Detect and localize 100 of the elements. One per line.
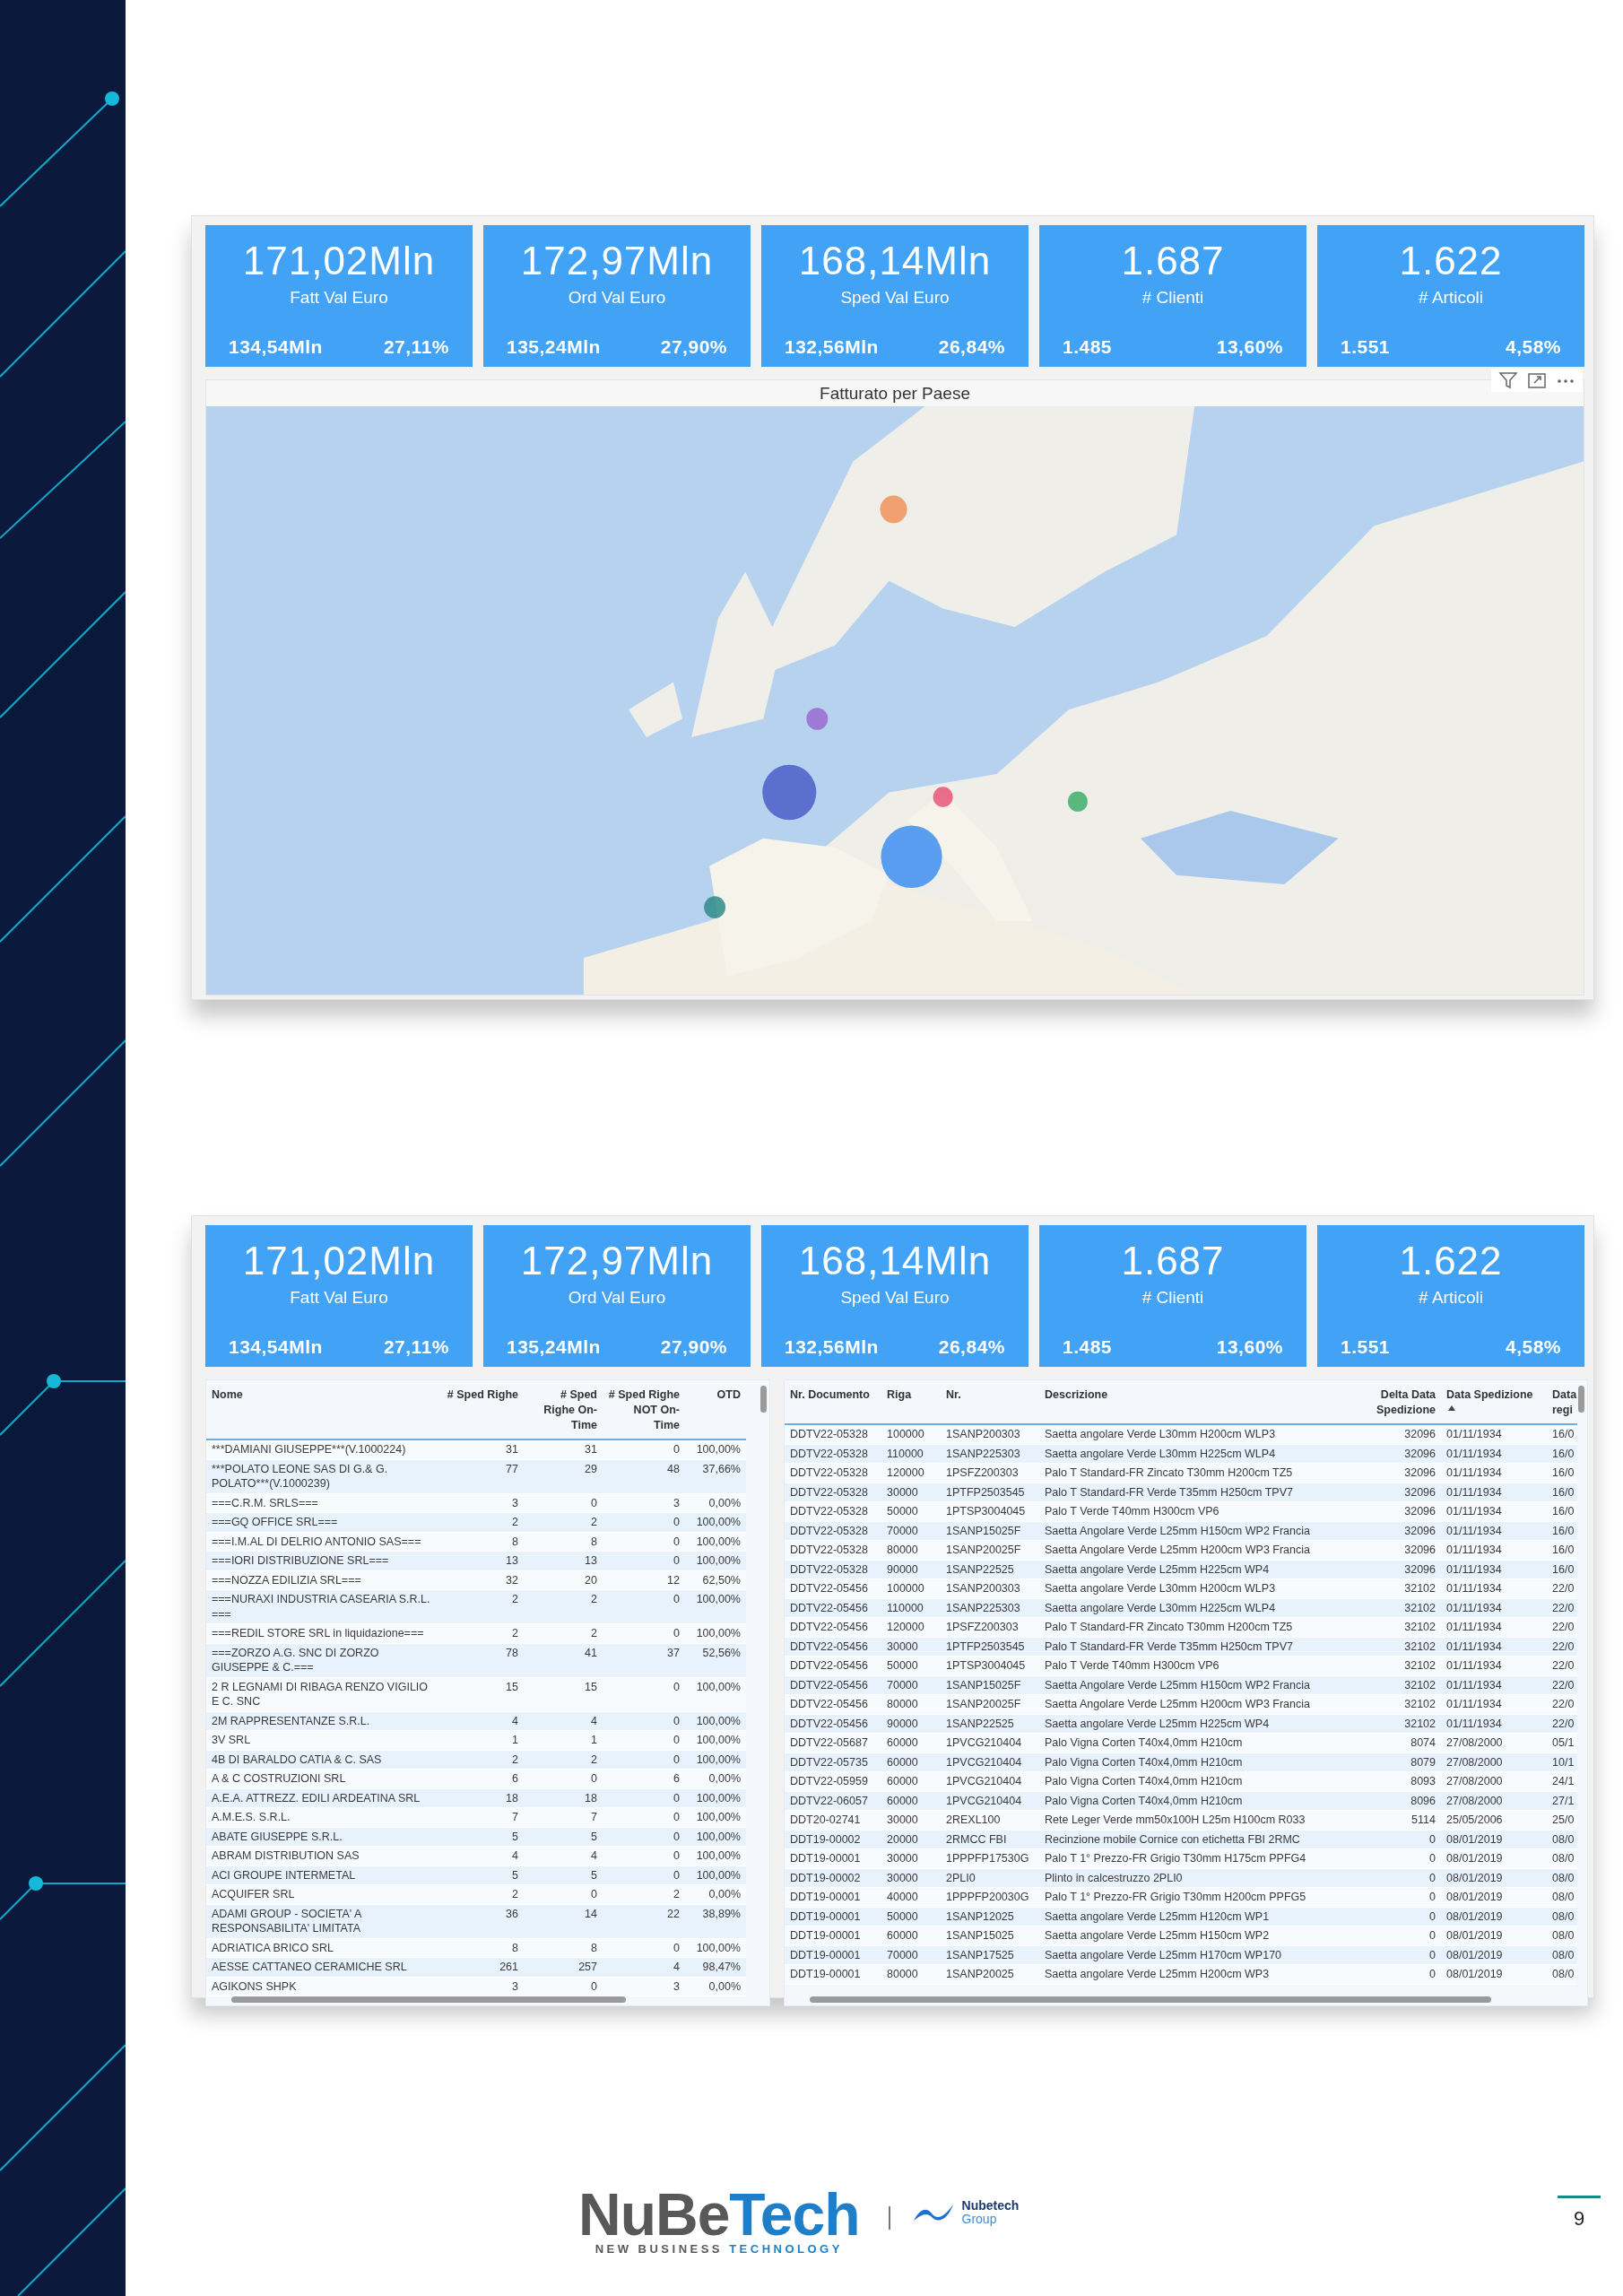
- table-cell: 90000: [881, 1560, 941, 1579]
- scrollbar[interactable]: [760, 1386, 767, 1413]
- kpi-previous: 134,54Mln: [229, 1336, 323, 1358]
- table-cell: A.M.E.S. S.R.L.: [206, 1807, 441, 1827]
- kpi-change: 27,11%: [383, 336, 449, 358]
- group-name: Nubetech: [961, 2199, 1020, 2213]
- table-cell: 1PSFZ200303: [941, 1617, 1039, 1637]
- table-cell: DDTV22-05456: [785, 1598, 881, 1618]
- table-cell: 80000: [881, 1540, 941, 1560]
- table-cell: 22/0: [1547, 1617, 1577, 1637]
- table-cell: 20: [524, 1570, 603, 1590]
- table-cell: 1SANP12025: [941, 1907, 1039, 1926]
- kpi-value: 1.622: [1399, 1238, 1503, 1284]
- table-cell: ===IORI DISTRIBUZIONE SRL===: [206, 1551, 441, 1570]
- table-cell: ADAMI GROUP - SOCIETA' A RESPONSABILITA' LIMITATA: [206, 1904, 441, 1938]
- table-cell: 1PVCG210404: [941, 1791, 1039, 1811]
- kpi-label: # Clienti: [1141, 1287, 1204, 1309]
- table-cell: 0: [1335, 1945, 1441, 1965]
- table-cell: 60000: [881, 1752, 941, 1772]
- table-cell: Palo T Verde T40mm H300cm VP6: [1039, 1501, 1335, 1521]
- kpi-value: 1.687: [1121, 1238, 1225, 1284]
- table-cell: 32102: [1335, 1598, 1441, 1618]
- table-cell: 77: [441, 1459, 524, 1493]
- table-cell: 100,00%: [685, 1439, 746, 1459]
- table-cell: 08/0: [1547, 1830, 1577, 1849]
- table-cell: 100,00%: [685, 1512, 746, 1532]
- table-cell: 1SANP200303: [941, 1578, 1039, 1598]
- table-cell: 100,00%: [685, 1846, 746, 1866]
- table-cell: 80000: [881, 1694, 941, 1714]
- table-cell: 1SANP15025F: [941, 1675, 1039, 1695]
- table-cell: Palo Vigna Corten T40x4,0mm H210cm: [1039, 1752, 1335, 1772]
- table-cell: 18: [524, 1788, 603, 1808]
- table-cell: 0: [603, 1938, 685, 1958]
- table-cell: 01/11/1934: [1441, 1714, 1547, 1734]
- table-cell: 2: [441, 1512, 524, 1532]
- table-cell: DDTV22-05456: [785, 1637, 881, 1657]
- table-cell: 100,00%: [685, 1711, 746, 1731]
- table-cell: 8: [441, 1532, 524, 1552]
- table-cell: 4: [524, 1846, 603, 1866]
- table-cell: 100,00%: [685, 1551, 746, 1570]
- table-cell: 1SANP225303: [941, 1598, 1039, 1618]
- kpi-previous: 134,54Mln: [229, 336, 323, 358]
- table-cell: Saetta angolare Verde L30mm H200cm WLP3: [1039, 1578, 1335, 1598]
- table-cell: 32102: [1335, 1656, 1441, 1675]
- table-cell: ABRAM DISTRIBUTION SAS: [206, 1846, 441, 1866]
- table-cell: 15: [441, 1677, 524, 1711]
- table-cell: Saetta angolare Verde L25mm H170cm WP170: [1039, 1945, 1335, 1965]
- table-cell: 01/11/1934: [1441, 1675, 1547, 1695]
- table-cell: 1PTFP2503545: [941, 1483, 1039, 1502]
- kpi-label: Ord Val Euro: [568, 287, 666, 309]
- scrollbar[interactable]: [810, 1996, 1491, 2003]
- table-cell: 32102: [1335, 1675, 1441, 1695]
- table-cell: AESSE CATTANEO CERAMICHE SRL: [206, 1957, 441, 1977]
- table-cell: 08/0: [1547, 1848, 1577, 1868]
- table-cell: 0: [603, 1589, 685, 1624]
- table-cell: 8: [524, 1938, 603, 1958]
- table-cell: DDT19-00001: [785, 1907, 881, 1926]
- filter-icon[interactable]: [1498, 370, 1518, 390]
- table-cell: 60000: [881, 1733, 941, 1752]
- table-cell: 100,00%: [685, 1532, 746, 1552]
- table-cell: DDTV22-05456: [785, 1617, 881, 1637]
- table-cell: A.E.A. ATTREZZ. EDILI ARDEATINA SRL: [206, 1788, 441, 1808]
- table-cell: 8: [524, 1532, 603, 1552]
- kpi-value: 168,14Mln: [798, 1238, 992, 1284]
- table-cell: 32102: [1335, 1694, 1441, 1714]
- table-cell: ===ZORZO A.G. SNC DI ZORZO GIUSEPPE & C.===: [206, 1643, 441, 1677]
- table-cell: 22/0: [1547, 1578, 1577, 1598]
- table-cell: 30000: [881, 1868, 941, 1888]
- table-cell: 32096: [1335, 1521, 1441, 1541]
- table-cell: 78: [441, 1643, 524, 1677]
- table-cell: Palo T Standard-FR Zincato T30mm H200cm TZ5: [1039, 1463, 1335, 1483]
- table-cell: 8074: [1335, 1733, 1441, 1752]
- table-cell: 08/01/2019: [1441, 1964, 1547, 1984]
- table-cell: 01/11/1934: [1441, 1483, 1547, 1502]
- expand-icon[interactable]: [1527, 370, 1547, 390]
- table-cell: 08/01/2019: [1441, 1907, 1547, 1926]
- table-cell: 32096: [1335, 1463, 1441, 1483]
- table-cell: 32096: [1335, 1560, 1441, 1579]
- table-cell: 2: [441, 1589, 524, 1624]
- table-cell: 01/11/1934: [1441, 1444, 1547, 1464]
- table-cell: 4B DI BARALDO CATIA & C. SAS: [206, 1750, 441, 1770]
- table-cell: 5: [441, 1827, 524, 1847]
- table-cell: 3: [441, 1493, 524, 1513]
- table-cell: 0: [603, 1730, 685, 1750]
- table-cell: ACQUIFER SRL: [206, 1884, 441, 1904]
- table-cell: DDTV22-05456: [785, 1656, 881, 1675]
- scrollbar[interactable]: [1578, 1386, 1584, 1413]
- kpi-previous: 135,24Mln: [507, 336, 601, 358]
- table-cell: 31: [524, 1439, 603, 1459]
- scrollbar[interactable]: [231, 1996, 626, 2003]
- table-cell: 0: [1335, 1868, 1441, 1888]
- table-cell: 60000: [881, 1771, 941, 1791]
- table-cell: 2: [524, 1589, 603, 1624]
- table-cell: 100,00%: [685, 1750, 746, 1770]
- table-cell: 5: [524, 1827, 603, 1847]
- table-cell: 08/01/2019: [1441, 1926, 1547, 1945]
- table-cell: 110000: [881, 1444, 941, 1464]
- table-cell: 32102: [1335, 1637, 1441, 1657]
- table-cell: 70000: [881, 1945, 941, 1965]
- table-cell: 4: [603, 1957, 685, 1977]
